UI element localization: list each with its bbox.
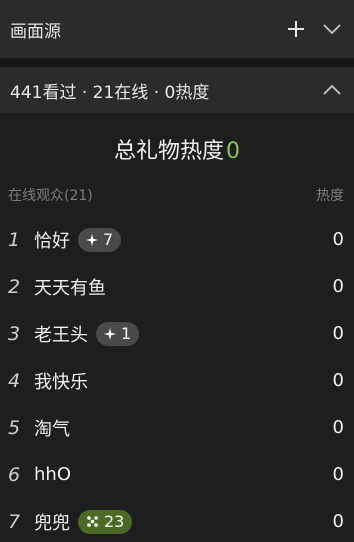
viewer-row[interactable]: 5 淘气 0 — [0, 404, 354, 451]
viewer-name[interactable]: 我快乐 — [34, 368, 88, 394]
total-gift-heat-label: 总礼物热度 — [113, 139, 224, 164]
star-cluster-icon — [86, 515, 99, 528]
viewers-list-header: 在线观众(21) 热度 — [0, 185, 354, 205]
source-panel-header: 画面源 — [0, 0, 354, 58]
viewer-heat: 0 — [332, 276, 344, 297]
fan-badge: 7 — [78, 227, 122, 252]
viewer-rank: 4 — [8, 369, 21, 392]
panel-divider — [0, 58, 354, 67]
total-gift-heat: 总礼物热度0 — [0, 133, 354, 165]
chevron-up-icon[interactable] — [320, 78, 344, 102]
live-viewers-panel: 画面源 441看过 · 21在线 · 0热度 总礼物热度0 在线观众(21) 热… — [0, 0, 354, 542]
viewer-row[interactable]: 4 我快乐 0 — [0, 357, 354, 404]
viewer-rank: 5 — [8, 416, 21, 439]
fan-badge: 23 — [78, 509, 133, 534]
online-viewers-count: 在线观众(21) — [8, 188, 93, 204]
viewer-name[interactable]: hhO — [34, 464, 71, 485]
viewer-rank: 1 — [8, 228, 21, 251]
viewer-rank: 3 — [8, 322, 21, 345]
viewer-row[interactable]: 3 老王头 1 0 — [0, 310, 354, 357]
viewer-row[interactable]: 2 天天有鱼 0 — [0, 263, 354, 310]
viewer-rank: 7 — [8, 510, 21, 533]
viewer-list: 1 恰好 7 0 2 天天有鱼 0 3 老王头 1 0 4 我快乐 0 5 淘气… — [0, 216, 354, 542]
heat-column-header: 热度 — [316, 188, 344, 204]
viewer-heat: 0 — [332, 511, 344, 532]
stats-summary: 441看过 · 21在线 · 0热度 — [10, 82, 210, 103]
stats-panel-body: 总礼物热度0 在线观众(21) 热度 1 恰好 7 0 2 天天有鱼 0 3 老… — [0, 113, 354, 542]
viewer-heat: 0 — [332, 229, 344, 250]
viewer-name[interactable]: 老王头 — [34, 321, 88, 347]
viewer-row[interactable]: 1 恰好 7 0 — [0, 216, 354, 263]
viewer-name[interactable]: 兜兜 — [34, 509, 70, 535]
viewer-heat: 0 — [332, 323, 344, 344]
viewer-heat: 0 — [332, 417, 344, 438]
viewer-rank: 2 — [8, 275, 21, 298]
viewer-heat: 0 — [332, 464, 344, 485]
viewer-name[interactable]: 天天有鱼 — [34, 274, 106, 300]
total-gift-heat-value: 0 — [226, 139, 240, 164]
viewer-row[interactable]: 6 hhO 0 — [0, 451, 354, 498]
fan-badge-level: 1 — [121, 324, 132, 343]
viewer-row[interactable]: 7 兜兜 23 0 — [0, 498, 354, 542]
plus-icon[interactable] — [284, 17, 308, 41]
stats-panel-header[interactable]: 441看过 · 21在线 · 0热度 — [0, 67, 354, 113]
viewer-heat: 0 — [332, 370, 344, 391]
viewer-rank: 6 — [8, 463, 21, 486]
sparkle-icon — [86, 233, 98, 246]
fan-badge-level: 7 — [103, 230, 114, 249]
source-panel-title: 画面源 — [10, 21, 61, 42]
fan-badge: 1 — [96, 321, 140, 346]
sparkle-icon — [104, 327, 116, 340]
viewer-name[interactable]: 淘气 — [34, 415, 70, 441]
viewer-name[interactable]: 恰好 — [34, 227, 70, 253]
fan-badge-level: 23 — [104, 512, 125, 531]
chevron-down-icon[interactable] — [320, 17, 344, 41]
